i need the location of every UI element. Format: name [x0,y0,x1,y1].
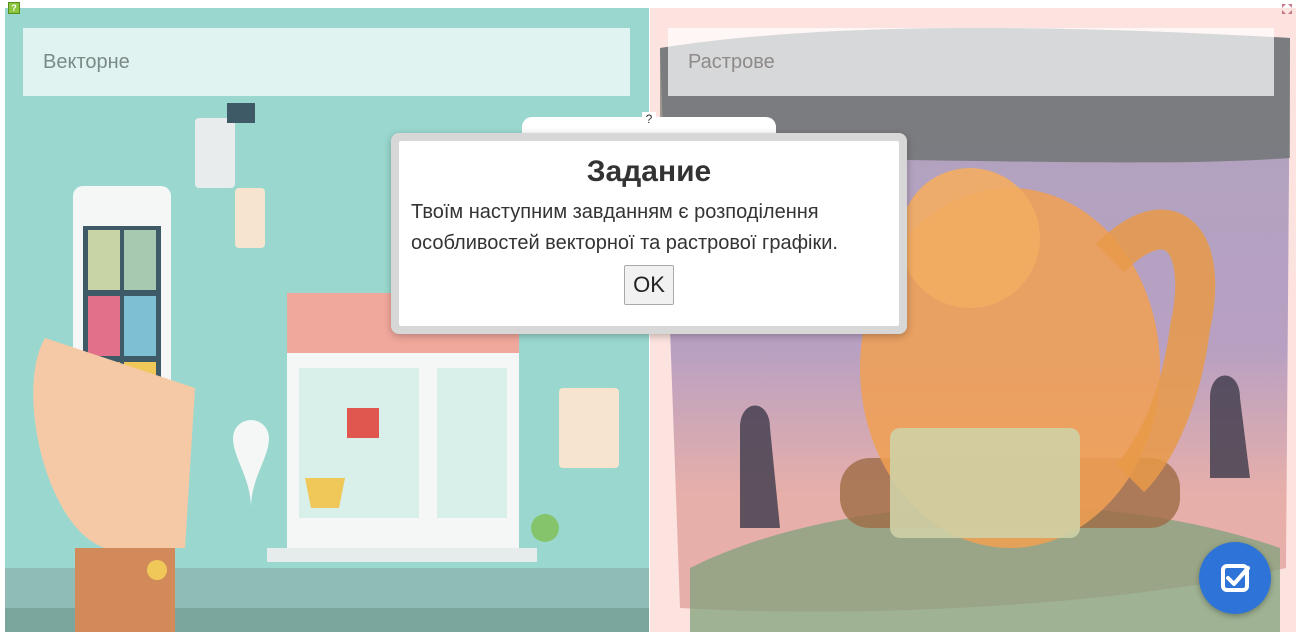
task-dialog-title: Задание [586,155,712,188]
raster-column-title: Растрове [668,28,1274,96]
check-icon [1221,564,1250,592]
check-answer-button[interactable] [1199,542,1271,614]
vector-column-title: Векторне [23,28,630,96]
task-dialog-body: Задание Твоїм наступним завданням є розп… [399,141,899,326]
task-dialog-message: Твоїм наступним завданням є розподілення… [411,201,838,254]
hint-question-icon[interactable]: ? [642,112,656,126]
task-dialog: Задание Твоїм наступним завданням є розп… [391,133,907,334]
fullscreen-icon[interactable] [1282,4,1292,14]
stage: Векторне Растрове ? ? Задание Твоїм наст… [0,0,1296,632]
help-icon[interactable]: ? [8,2,20,14]
ok-button[interactable]: OK [624,265,674,305]
